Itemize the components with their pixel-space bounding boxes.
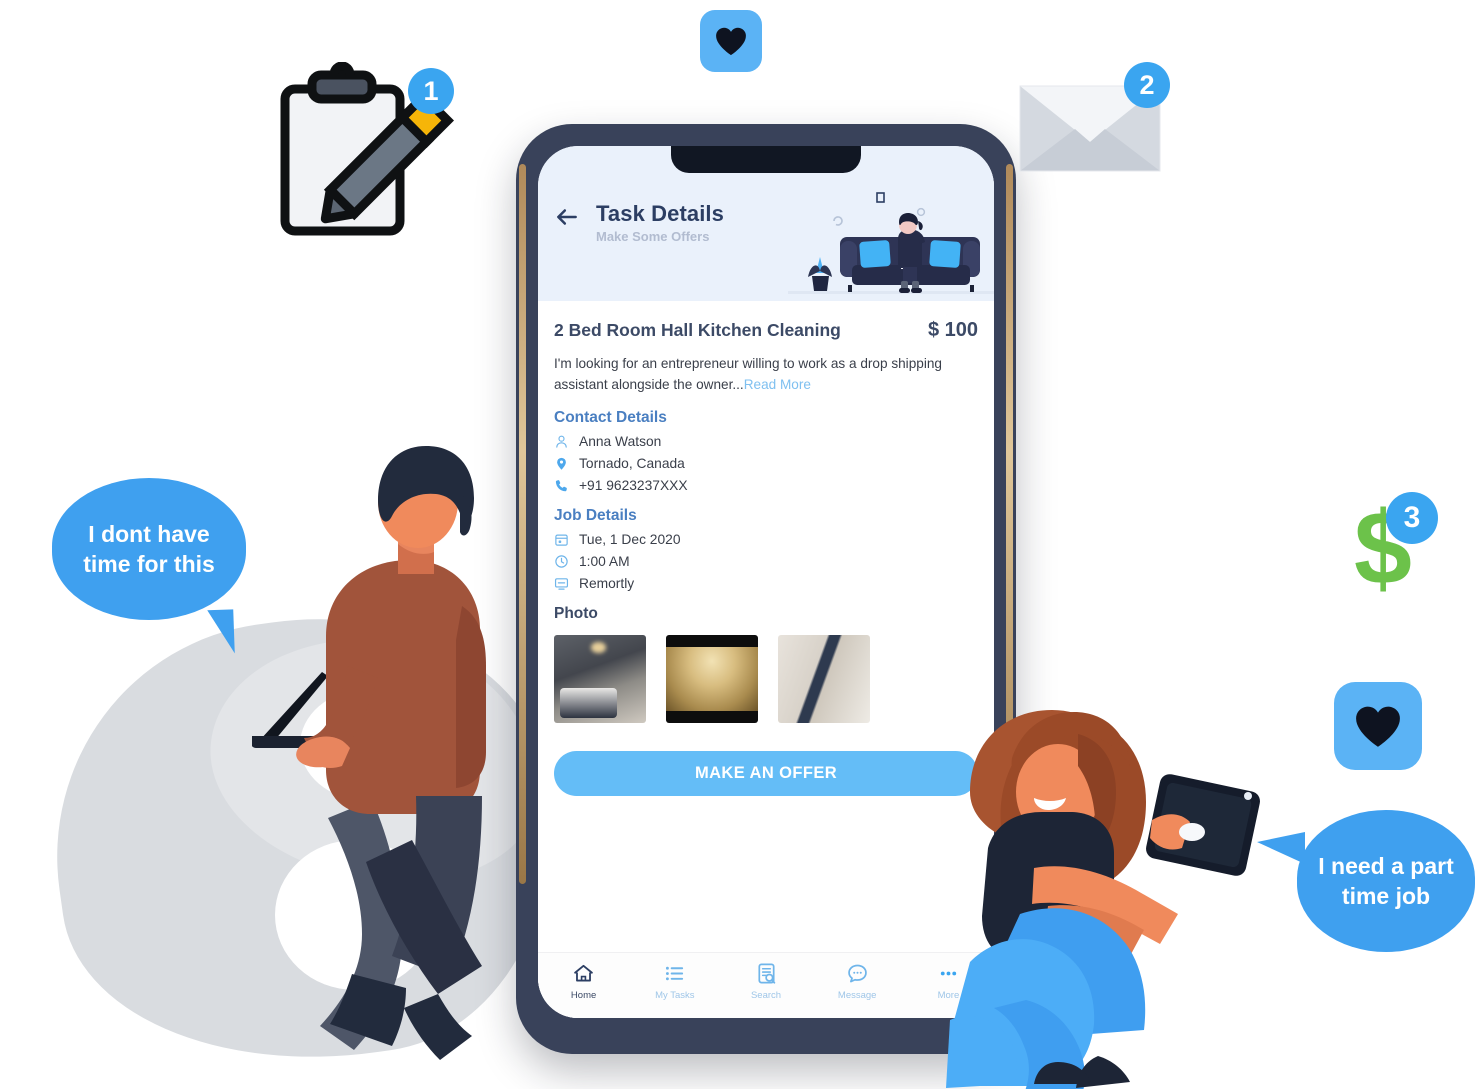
dollar-badge: 3 [1386,492,1438,544]
back-arrow-icon[interactable] [554,204,580,230]
phone-notch [671,146,861,173]
job-mode-value: Remortly [579,576,635,592]
speech-bubble-right-tail [1257,832,1305,864]
nav-label-home: Home [570,990,597,1001]
nav-label-search: Search [750,990,782,1001]
contact-row-location: Tornado, Canada [554,456,978,471]
task-description: I'm looking for an entrepreneur willing … [554,353,978,395]
nav-item-search[interactable]: Search [720,962,811,1001]
heart-tile-top[interactable] [700,10,762,72]
speech-bubble-left-tail [195,609,235,655]
bottom-navigation-bar: Home My Tasks Search Message More [538,952,994,1018]
page-title: Task Details [596,201,724,226]
heart-icon [716,27,746,56]
phone-screen: Task Details Make Some Offers 2 Bed Room… [538,146,994,1018]
speech-bubble-left-text: I dont have time for this [83,520,215,577]
woman-with-tablet-illustration [930,700,1270,1089]
contact-details-heading: Contact Details [554,409,667,427]
task-price: $ 100 [927,319,978,341]
contact-row-phone: +91 9623237XXX [554,478,978,493]
document-search-icon [757,963,775,984]
header-title-group: Task Details Make Some Offers [554,202,724,244]
job-row-time: 1:00 AM [554,554,978,569]
job-row-mode: Remortly [554,576,978,591]
task-title: 2 Bed Room Hall Kitchen Cleaning [554,320,841,340]
contact-phone-value: +91 9623237XXX [579,478,688,494]
bathroom-photo[interactable] [778,635,870,724]
envelope-badge: 2 [1124,62,1170,108]
calendar-icon [555,534,568,546]
speech-bubble-left: I dont have time for this [52,478,246,655]
contact-name-value: Anna Watson [579,434,662,450]
home-icon [574,964,593,982]
envelope-group[interactable]: 2 [1012,62,1182,187]
user-icon [556,435,567,448]
monitor-icon [554,578,569,590]
nav-item-my-tasks[interactable]: My Tasks [629,962,720,1001]
contact-row-name: Anna Watson [554,434,978,449]
nav-label-my-tasks: My Tasks [655,990,695,1001]
contact-location-value: Tornado, Canada [579,456,685,472]
photo-heading: Photo [554,605,598,623]
dollar-group[interactable]: $ 3 [1336,491,1456,607]
job-date-value: Tue, 1 Dec 2020 [579,532,681,548]
heart-icon [1356,706,1400,747]
make-an-offer-button[interactable]: MAKE AN OFFER [554,751,978,796]
nav-item-message[interactable]: Message [812,962,903,1001]
hall-photo[interactable] [666,635,758,724]
poster-canvas: Task Details Make Some Offers 2 Bed Room… [0,0,1480,1089]
job-details-heading: Job Details [554,507,637,525]
job-row-date: Tue, 1 Dec 2020 [554,532,978,547]
task-title-row: 2 Bed Room Hall Kitchen Cleaning $ 100 [554,301,978,342]
photo-gallery [554,635,978,724]
clipboard-pencil-group[interactable]: 1 [276,61,466,242]
page-subtitle: Make Some Offers [596,229,710,245]
read-more-link[interactable]: Read More [744,377,811,392]
location-pin-icon [557,458,566,470]
app-body: 2 Bed Room Hall Kitchen Cleaning $ 100 I… [538,301,994,1018]
phone-icon [555,480,567,492]
speech-bubble-right: I need a part time job [1257,810,1475,952]
nav-label-message: Message [837,990,877,1001]
clipboard-badge: 1 [408,68,454,114]
heart-tile-right[interactable] [1334,682,1422,770]
list-icon [666,966,684,981]
man-with-laptop-illustration [252,440,552,1060]
clock-icon [555,555,568,568]
chat-icon [847,964,867,983]
man-on-couch-illustration [788,181,994,301]
bedroom-photo[interactable] [554,635,646,724]
job-time-value: 1:00 AM [579,554,630,570]
speech-bubble-right-text: I need a part time job [1318,852,1454,909]
